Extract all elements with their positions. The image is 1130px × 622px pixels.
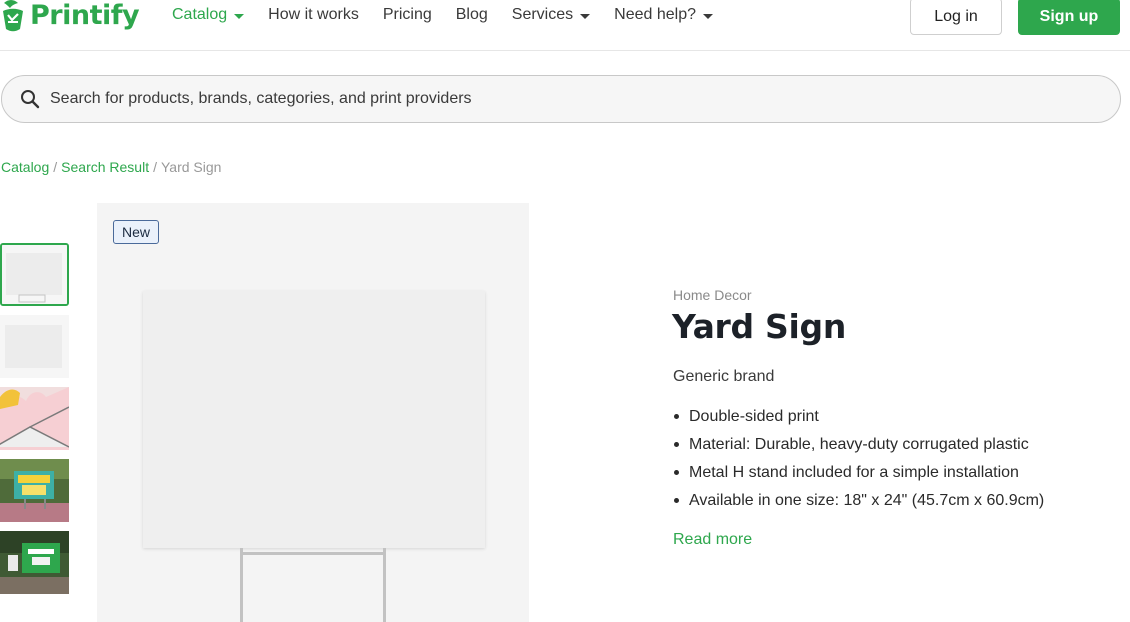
breadcrumb-separator: / xyxy=(153,159,157,175)
printify-logo[interactable]: Printify xyxy=(0,0,140,33)
thumbnail-1[interactable] xyxy=(0,243,69,306)
breadcrumb-catalog[interactable]: Catalog xyxy=(1,159,49,175)
bullet-icon xyxy=(674,442,679,447)
main-nav: Catalog How it works Pricing Blog Servic… xyxy=(172,5,737,25)
read-more-link[interactable]: Read more xyxy=(673,531,752,549)
product-main-image[interactable]: New xyxy=(97,203,529,622)
search-input[interactable] xyxy=(50,90,1050,108)
nav-pricing-label: Pricing xyxy=(382,6,432,23)
nav-how-it-works-label: How it works xyxy=(268,6,359,23)
bullet-icon xyxy=(674,470,679,475)
feature-item: Double-sided print xyxy=(673,407,1044,435)
thumbnail-image xyxy=(0,531,69,594)
feature-item: Metal H stand included for a simple inst… xyxy=(673,463,1044,491)
logo-icon xyxy=(3,0,23,32)
search-icon xyxy=(21,90,40,109)
feature-text: Metal H stand included for a simple inst… xyxy=(689,464,1019,481)
nav-catalog[interactable]: Catalog xyxy=(172,5,245,25)
chevron-down-icon xyxy=(580,13,591,19)
feature-text: Available in one size: 18" x 24" (45.7cm… xyxy=(689,492,1045,509)
breadcrumb-current: Yard Sign xyxy=(160,159,222,175)
nav-need-help[interactable]: Need help? xyxy=(614,5,713,25)
signup-button[interactable]: Sign up xyxy=(1018,0,1120,35)
product-title: Yard Sign xyxy=(672,307,847,346)
product-features: Double-sided print Material: Durable, he… xyxy=(673,407,1044,519)
nav-how-it-works[interactable]: How it works xyxy=(268,5,359,25)
breadcrumb-separator: / xyxy=(53,159,58,175)
thumbnail-4[interactable] xyxy=(0,459,69,522)
thumbnail-image xyxy=(0,387,69,450)
chevron-down-icon xyxy=(234,13,245,19)
nav-need-help-label: Need help? xyxy=(614,6,696,23)
yard-sign-board xyxy=(143,291,485,548)
login-button[interactable]: Log in xyxy=(910,0,1002,35)
logo-text: Printify xyxy=(30,0,140,31)
breadcrumb-search-result[interactable]: Search Result xyxy=(61,159,149,175)
thumbnail-5[interactable] xyxy=(0,531,69,594)
feature-text: Material: Durable, heavy-duty corrugated… xyxy=(689,436,1029,453)
search-bar[interactable] xyxy=(1,75,1121,123)
thumbnail-2[interactable] xyxy=(0,315,69,378)
nav-services-label: Services xyxy=(511,6,574,23)
sign-stand-crossbar xyxy=(240,552,386,555)
product-brand: Generic brand xyxy=(673,368,775,385)
sign-stand-leg-left xyxy=(240,548,243,622)
thumbnail-image xyxy=(0,315,69,378)
feature-item: Available in one size: 18" x 24" (45.7cm… xyxy=(673,491,1044,519)
bullet-icon xyxy=(674,498,679,503)
feature-text: Double-sided print xyxy=(689,408,819,425)
product-category: Home Decor xyxy=(673,287,752,303)
bullet-icon xyxy=(674,414,679,419)
sign-stand-leg-right xyxy=(383,548,386,622)
chevron-down-icon xyxy=(702,13,713,19)
thumbnail-image xyxy=(0,459,69,522)
breadcrumb: Catalog / Search Result / Yard Sign xyxy=(1,159,221,175)
nav-blog[interactable]: Blog xyxy=(456,5,488,25)
new-badge: New xyxy=(113,220,160,244)
feature-item: Material: Durable, heavy-duty corrugated… xyxy=(673,435,1044,463)
thumbnail-image xyxy=(2,245,67,304)
nav-blog-label: Blog xyxy=(455,6,488,23)
site-header: Printify Catalog How it works Pricing Bl… xyxy=(0,0,1130,51)
nav-catalog-label: Catalog xyxy=(172,6,228,23)
nav-pricing[interactable]: Pricing xyxy=(383,5,432,25)
thumbnail-3[interactable] xyxy=(0,387,69,450)
nav-services[interactable]: Services xyxy=(511,5,591,25)
